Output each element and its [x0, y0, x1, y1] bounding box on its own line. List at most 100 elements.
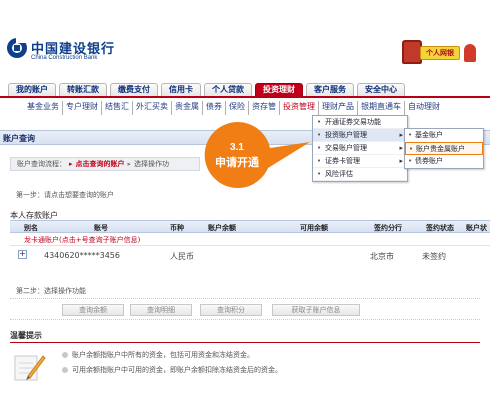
bullet-icon	[62, 367, 68, 373]
bullet-icon: •	[317, 144, 322, 152]
tip-item: 账户余额指账户中所有的资金，包括可用资金和冻结资金。	[62, 350, 254, 360]
breadcrumb-arrow-icon: ▸	[69, 160, 73, 168]
main-tabs: 我的账户 转账汇款 缴费支付 信用卡 个人贷款 投资理财 客户服务 安全中心	[8, 83, 490, 96]
submenu-precious-metal-account[interactable]: • 账户贵金属账户	[405, 142, 483, 155]
account-group-label: 龙卡通账户(点击+号查询子账户信息)	[10, 233, 490, 246]
step1-instruction: 第一步：请点击想要查询的账户	[16, 191, 114, 199]
submenu-bond-account[interactable]: • 债券账户	[405, 155, 483, 168]
sub-account-info-button[interactable]: 获取子账户信息	[272, 304, 360, 316]
subnav-precious-metal[interactable]: 贵金属	[172, 101, 203, 115]
bank-name-en: China Construction Bank	[31, 55, 98, 61]
tab-investment[interactable]: 投资理财	[255, 83, 303, 96]
chevron-right-icon: ▸	[399, 131, 403, 139]
query-balance-button[interactable]: 查询余额	[62, 304, 124, 316]
chevron-right-icon: ▸	[399, 144, 403, 152]
chevron-right-icon: ▸	[399, 157, 403, 165]
breadcrumb: 账户查询流程： ▸ 点击查询的账户 ▸ 选择操作功	[10, 157, 200, 171]
query-points-button[interactable]: 查询积分	[200, 304, 262, 316]
tab-transfer[interactable]: 转账汇款	[59, 83, 107, 96]
subnav-bond[interactable]: 债券	[203, 101, 226, 115]
bank-logo[interactable]: 中国建设银行 China Construction Bank	[6, 36, 166, 66]
tips-title: 温馨提示	[10, 331, 42, 340]
menu-label: 投资账户管理	[325, 131, 367, 139]
investment-mgmt-menu: • 开通证券交易功能 • 投资账户管理 ▸ • 交易账户管理 ▸ • 证券卡管理 ▸ • 风险评…	[312, 115, 408, 182]
col-alias: 别名	[24, 224, 38, 232]
subnav-auto-finance[interactable]: 自动理财	[405, 101, 443, 115]
table-header: 别名 账号 币种 账户余额 可用余额 签约分行 签约状态 账户状	[10, 220, 490, 233]
menu-item-securities-card[interactable]: • 证券卡管理 ▸	[313, 155, 407, 168]
login-sign: 个人网银	[420, 46, 460, 60]
submenu-label: 账户贵金属账户	[416, 145, 465, 153]
bullet-icon: •	[317, 170, 322, 178]
col-account: 账号	[94, 224, 108, 232]
personal-banking-badge[interactable]: 个人网银	[402, 38, 478, 68]
submenu-label: 债券账户	[415, 157, 443, 165]
cell-currency: 人民币	[170, 252, 194, 261]
tab-payment[interactable]: 缴费支付	[110, 83, 158, 96]
subnav-fund[interactable]: 基金业务	[24, 101, 63, 115]
col-currency: 币种	[170, 224, 184, 232]
table-row[interactable]: + 4340620*****3456 人民币 北京市 未签约	[10, 246, 490, 266]
menu-label: 开通证券交易功能	[325, 118, 381, 126]
query-detail-button[interactable]: 查询明细	[130, 304, 192, 316]
subnav-futures[interactable]: 银期直通车	[358, 101, 405, 115]
col-branch: 签约分行	[374, 224, 402, 232]
tab-credit-card[interactable]: 信用卡	[161, 83, 201, 96]
tab-my-account[interactable]: 我的账户	[8, 83, 56, 96]
tab-divider	[0, 96, 490, 98]
subnav-insurance[interactable]: 保险	[226, 101, 249, 115]
notepad-pencil-icon	[14, 355, 46, 381]
function-buttons: 查询余额 查询明细 查询积分 获取子账户信息	[10, 298, 480, 320]
breadcrumb-current: 点击查询的账户	[75, 160, 125, 168]
menu-label: 证券卡管理	[325, 157, 360, 165]
subnav-deposit[interactable]: 资存管	[249, 101, 280, 115]
menu-item-risk-assessment[interactable]: • 风险评估	[313, 168, 407, 181]
menu-label: 交易账户管理	[325, 144, 367, 152]
subnav-fx-settlement[interactable]: 结售汇	[102, 101, 133, 115]
tip-text: 可用余额指账户中可用的资金，即账户余额扣除冻结资金后的资金。	[72, 366, 282, 374]
breadcrumb-prefix: 账户查询流程：	[17, 160, 66, 168]
cell-account-number[interactable]: 4340620*****3456	[44, 251, 120, 260]
tip-text: 账户余额指账户中所有的资金，包括可用资金和冻结资金。	[72, 351, 254, 359]
tips-divider	[10, 342, 480, 343]
tip-item: 可用余额指账户中可用的资金，即账户余额扣除冻结资金后的资金。	[62, 365, 282, 375]
bullet-icon: •	[409, 145, 414, 153]
sub-nav: 基金业务 专户理财 结售汇 外汇买卖 贵金属 债券 保险 资存管 投资管理 理财…	[24, 101, 443, 115]
subnav-special-account[interactable]: 专户理财	[63, 101, 102, 115]
subnav-investment-mgmt[interactable]: 投资管理	[280, 101, 319, 115]
cell-sign-status: 未签约	[422, 252, 446, 261]
section-title: 账户查询	[3, 134, 35, 143]
bullet-icon: •	[317, 131, 322, 139]
bullet-icon: •	[408, 157, 413, 165]
subnav-wealth-products[interactable]: 理财产品	[319, 101, 358, 115]
person-icon	[464, 44, 476, 62]
subnav-fx-trading[interactable]: 外汇买卖	[133, 101, 172, 115]
col-account-status: 账户状	[466, 224, 487, 232]
tab-loan[interactable]: 个人贷款	[204, 83, 252, 96]
callout-text: 申请开通	[215, 156, 259, 169]
submenu-fund-account[interactable]: • 基金账户	[405, 129, 483, 142]
investment-account-submenu: • 基金账户 • 账户贵金属账户 • 债券账户	[404, 128, 484, 169]
col-balance: 账户余额	[208, 224, 236, 232]
callout-number: 3.1	[230, 142, 244, 153]
lock-icon	[402, 40, 422, 64]
group-label: 龙卡通账户(点击+号查询子账户信息)	[24, 236, 141, 244]
bullet-icon: •	[317, 157, 322, 165]
bullet-icon: •	[408, 131, 413, 139]
submenu-label: 基金账户	[415, 131, 443, 139]
menu-label: 风险评估	[325, 170, 353, 178]
menu-item-open-securities[interactable]: • 开通证券交易功能	[313, 116, 407, 129]
menu-item-investment-account[interactable]: • 投资账户管理 ▸	[313, 129, 407, 142]
cell-branch: 北京市	[370, 252, 394, 261]
tab-security[interactable]: 安全中心	[357, 83, 405, 96]
col-available: 可用余额	[300, 224, 328, 232]
expand-icon[interactable]: +	[18, 250, 27, 259]
tab-customer-service[interactable]: 客户服务	[306, 83, 354, 96]
breadcrumb-arrow-icon: ▸	[127, 160, 132, 168]
step-callout: 3.1 申请开通	[200, 118, 312, 196]
menu-item-trading-account[interactable]: • 交易账户管理 ▸	[313, 142, 407, 155]
account-table: 别名 账号 币种 账户余额 可用余额 签约分行 签约状态 账户状 龙卡通账户(点…	[10, 220, 490, 266]
col-sign-status: 签约状态	[426, 224, 454, 232]
breadcrumb-next: 选择操作功	[134, 160, 170, 168]
step2-instruction: 第二步：选择操作功能	[16, 287, 86, 295]
